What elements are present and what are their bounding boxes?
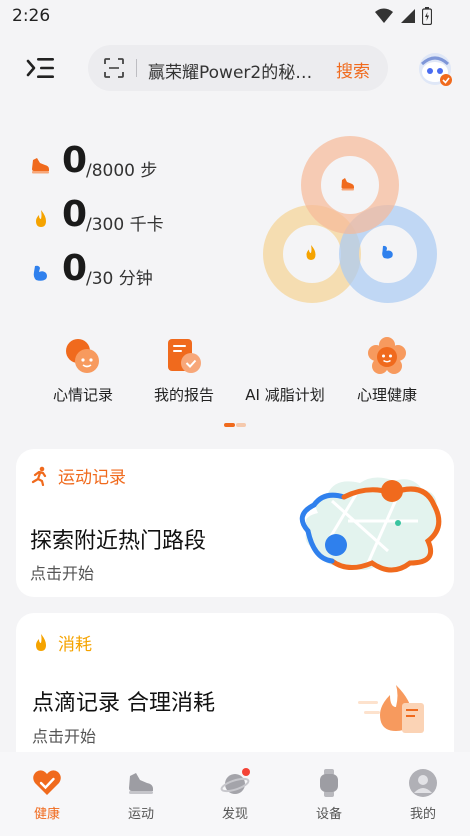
wifi-icon xyxy=(375,8,393,23)
activity-rings[interactable] xyxy=(258,134,442,304)
nav-devices[interactable]: 设备 xyxy=(282,768,376,822)
consumption-card-header: 消耗 xyxy=(32,630,92,655)
bottom-nav: 健康 运动 发现 设备 我的 xyxy=(0,752,470,836)
profile-icon xyxy=(409,769,437,797)
search-button[interactable]: 搜索 xyxy=(336,57,370,82)
nav-me-label: 我的 xyxy=(409,807,436,822)
minutes-ring-icon xyxy=(382,245,393,259)
shortcut-mental-health[interactable]: 心理健康 xyxy=(332,336,442,405)
menu-icon[interactable] xyxy=(26,54,56,82)
status-bar: 2:26 xyxy=(0,0,470,34)
flame-icon xyxy=(36,633,46,651)
scan-icon[interactable] xyxy=(104,58,124,78)
consumption-card[interactable]: 消耗 点滴记录 合理消耗 点击开始 xyxy=(16,613,454,752)
route-map-illustration xyxy=(299,477,442,573)
flower-icon xyxy=(368,337,406,374)
nav-me[interactable]: 我的 xyxy=(376,768,470,822)
steps-ring-icon xyxy=(341,178,354,191)
steps-goal: /8000 步 xyxy=(86,161,158,181)
flame-icon xyxy=(36,210,46,227)
nav-health[interactable]: 健康 xyxy=(0,768,94,822)
exercise-record-card[interactable]: 运动记录 探索附近热门路段 点击开始 xyxy=(16,449,454,597)
page-indicator xyxy=(224,423,246,427)
minutes-value: 0 xyxy=(62,248,88,289)
nav-exercise[interactable]: 运动 xyxy=(94,768,188,822)
exercise-card-header: 运动记录 xyxy=(30,463,126,488)
steps-stat[interactable]: 0 /8000 步 xyxy=(28,140,268,190)
consumption-card-title: 点滴记录 合理消耗 xyxy=(32,691,215,716)
calories-goal: /300 千卡 xyxy=(86,215,164,235)
arm-icon xyxy=(33,265,47,281)
nav-health-label: 健康 xyxy=(33,807,60,822)
minutes-goal: /30 分钟 xyxy=(86,269,153,289)
shoe-icon xyxy=(32,158,49,174)
exercise-card-subtitle: 点击开始 xyxy=(30,564,95,583)
exercise-card-header-label: 运动记录 xyxy=(58,468,126,488)
battery-icon xyxy=(422,7,432,25)
flame-document-illustration xyxy=(358,685,424,733)
heart-icon xyxy=(33,770,61,795)
watch-icon xyxy=(320,769,338,797)
shortcut-ai-plan-label: AI 减脂计划 xyxy=(245,386,325,404)
status-icons xyxy=(374,7,432,25)
mood-icon xyxy=(66,339,99,373)
shortcut-mental-health-label: 心理健康 xyxy=(356,386,417,404)
shortcuts: 心情记录 我的报告 AI 减脂计划 心理健康 xyxy=(0,336,470,416)
avatar-icon[interactable] xyxy=(416,50,454,88)
search-box[interactable]: 赢荣耀Power2的秘… 搜索 xyxy=(88,45,388,91)
shortcut-report[interactable]: 我的报告 xyxy=(129,336,239,405)
search-divider xyxy=(136,59,137,77)
search-input[interactable]: 赢荣耀Power2的秘… xyxy=(148,58,324,83)
shortcut-mood-label: 心情记录 xyxy=(52,386,113,404)
nav-discover-label: 发现 xyxy=(221,807,248,822)
minutes-stat[interactable]: 0 /30 分钟 xyxy=(28,248,268,298)
calories-ring-icon xyxy=(306,245,316,260)
calories-stat[interactable]: 0 /300 千卡 xyxy=(28,194,268,244)
consumption-card-subtitle: 点击开始 xyxy=(32,727,97,746)
report-icon xyxy=(168,339,201,373)
exercise-card-title: 探索附近热门路段 xyxy=(30,529,207,554)
steps-value: 0 xyxy=(62,140,88,181)
signal-icon xyxy=(401,9,415,23)
top-bar: 赢荣耀Power2的秘… 搜索 xyxy=(0,40,470,96)
status-time: 2:26 xyxy=(12,6,51,26)
nav-exercise-label: 运动 xyxy=(127,807,154,822)
shortcut-mood[interactable]: 心情记录 xyxy=(28,336,138,405)
shortcut-ai-plan[interactable]: AI 减脂计划 xyxy=(230,336,340,405)
calories-value: 0 xyxy=(62,194,88,235)
sneaker-icon xyxy=(129,773,153,794)
running-icon xyxy=(31,466,47,486)
nav-discover[interactable]: 发现 xyxy=(188,768,282,822)
planet-icon xyxy=(220,768,250,794)
shortcut-report-label: 我的报告 xyxy=(153,386,214,404)
consumption-card-header-label: 消耗 xyxy=(58,635,92,655)
nav-devices-label: 设备 xyxy=(315,807,342,822)
